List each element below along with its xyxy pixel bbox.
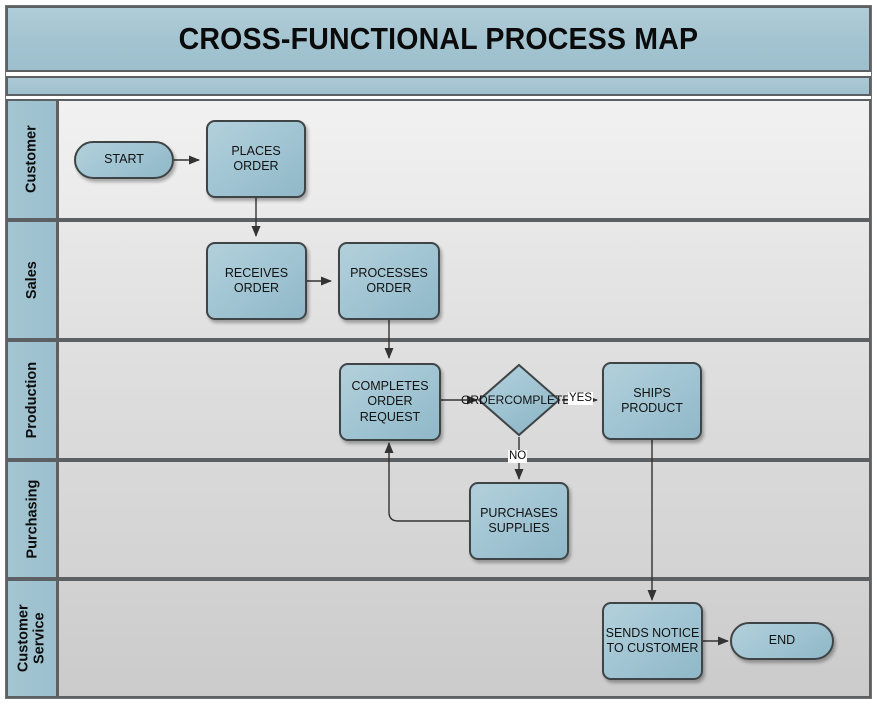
swimlane-purchasing: Purchasing bbox=[6, 460, 871, 579]
node-completes-order-request-label: COMPLETES ORDER REQUEST bbox=[351, 379, 428, 425]
lane-header-customer[interactable]: Customer bbox=[6, 99, 58, 220]
lane-header-customer-service[interactable]: Customer Service bbox=[6, 579, 58, 698]
node-sends-notice-line1: SENDS NOTICE bbox=[605, 625, 700, 640]
edge-label-no: NO bbox=[508, 450, 528, 463]
node-completes-order-request[interactable]: COMPLETES ORDER REQUEST bbox=[339, 363, 441, 441]
node-order-complete-decision[interactable]: ORDER COMPLETE? bbox=[461, 362, 577, 438]
node-receives-order[interactable]: RECEIVES ORDER bbox=[206, 242, 307, 320]
lane-header-purchasing[interactable]: Purchasing bbox=[6, 460, 58, 579]
edge-label-yes: YES bbox=[568, 392, 594, 405]
node-end[interactable]: END bbox=[730, 622, 834, 660]
node-purchases-supplies[interactable]: PURCHASES SUPPLIES bbox=[469, 482, 569, 560]
lane-header-production[interactable]: Production bbox=[6, 340, 58, 460]
node-sends-notice-line2: TO CUSTOMER bbox=[606, 641, 699, 655]
node-completes-order-line1: COMPLETES bbox=[351, 379, 429, 394]
lane-body-customer bbox=[58, 99, 871, 220]
node-start-label: START bbox=[104, 152, 144, 167]
node-ships-product[interactable]: SHIPS PRODUCT bbox=[602, 362, 702, 440]
node-places-order-label: PLACES ORDER bbox=[231, 144, 280, 175]
lane-body-purchasing bbox=[58, 460, 871, 579]
node-completes-order-line3: REQUEST bbox=[359, 409, 421, 424]
node-completes-order-line2: ORDER bbox=[367, 394, 413, 409]
lane-body-sales bbox=[58, 220, 871, 340]
node-receives-order-line2: ORDER bbox=[233, 281, 280, 295]
title-banner: CROSS-FUNCTIONAL PROCESS MAP bbox=[6, 6, 871, 72]
node-end-label: END bbox=[768, 633, 796, 648]
node-receives-order-label: RECEIVES ORDER bbox=[225, 266, 288, 297]
node-start[interactable]: START bbox=[74, 141, 174, 179]
node-sends-notice-to-customer[interactable]: SENDS NOTICE TO CUSTOMER bbox=[602, 602, 703, 680]
page-title: CROSS-FUNCTIONAL PROCESS MAP bbox=[178, 21, 699, 56]
node-receives-order-line1: RECEIVES bbox=[224, 265, 289, 280]
lane-label-line1: Customer bbox=[15, 604, 32, 673]
decision-line2: COMPLETE? bbox=[504, 392, 578, 407]
node-purchases-supplies-line2: SUPPLIES bbox=[488, 521, 550, 535]
lane-label-purchasing: Purchasing bbox=[23, 480, 40, 559]
lane-label-customer-service: Customer Service bbox=[16, 605, 48, 673]
lane-header-sales[interactable]: Sales bbox=[6, 220, 58, 340]
header-band bbox=[6, 76, 871, 96]
node-ships-product-label: SHIPS PRODUCT bbox=[621, 386, 683, 417]
lane-label-line2: Service bbox=[32, 612, 48, 665]
node-sends-notice-label: SENDS NOTICE TO CUSTOMER bbox=[606, 626, 700, 657]
node-ships-product-line1: SHIPS bbox=[633, 385, 671, 400]
lane-label-sales: Sales bbox=[23, 261, 40, 299]
node-ships-product-line2: PRODUCT bbox=[621, 401, 683, 415]
node-processes-order-line1: PROCESSES bbox=[350, 265, 428, 280]
decision-line1: ORDER bbox=[460, 392, 505, 407]
node-order-complete-label: ORDER COMPLETE? bbox=[461, 362, 577, 438]
lane-label-customer: Customer bbox=[23, 125, 40, 194]
node-processes-order[interactable]: PROCESSES ORDER bbox=[338, 242, 440, 320]
node-purchases-supplies-line1: PURCHASES bbox=[480, 505, 558, 520]
node-processes-order-label: PROCESSES ORDER bbox=[350, 266, 428, 297]
node-processes-order-line2: ORDER bbox=[366, 281, 412, 295]
process-map-canvas: CROSS-FUNCTIONAL PROCESS MAP Customer Sa… bbox=[0, 0, 877, 704]
node-places-order[interactable]: PLACES ORDER bbox=[206, 120, 306, 198]
node-places-order-line2: ORDER bbox=[233, 159, 279, 173]
node-places-order-line1: PLACES bbox=[231, 143, 281, 158]
lane-label-production: Production bbox=[23, 361, 40, 439]
node-purchases-supplies-label: PURCHASES SUPPLIES bbox=[480, 506, 558, 537]
